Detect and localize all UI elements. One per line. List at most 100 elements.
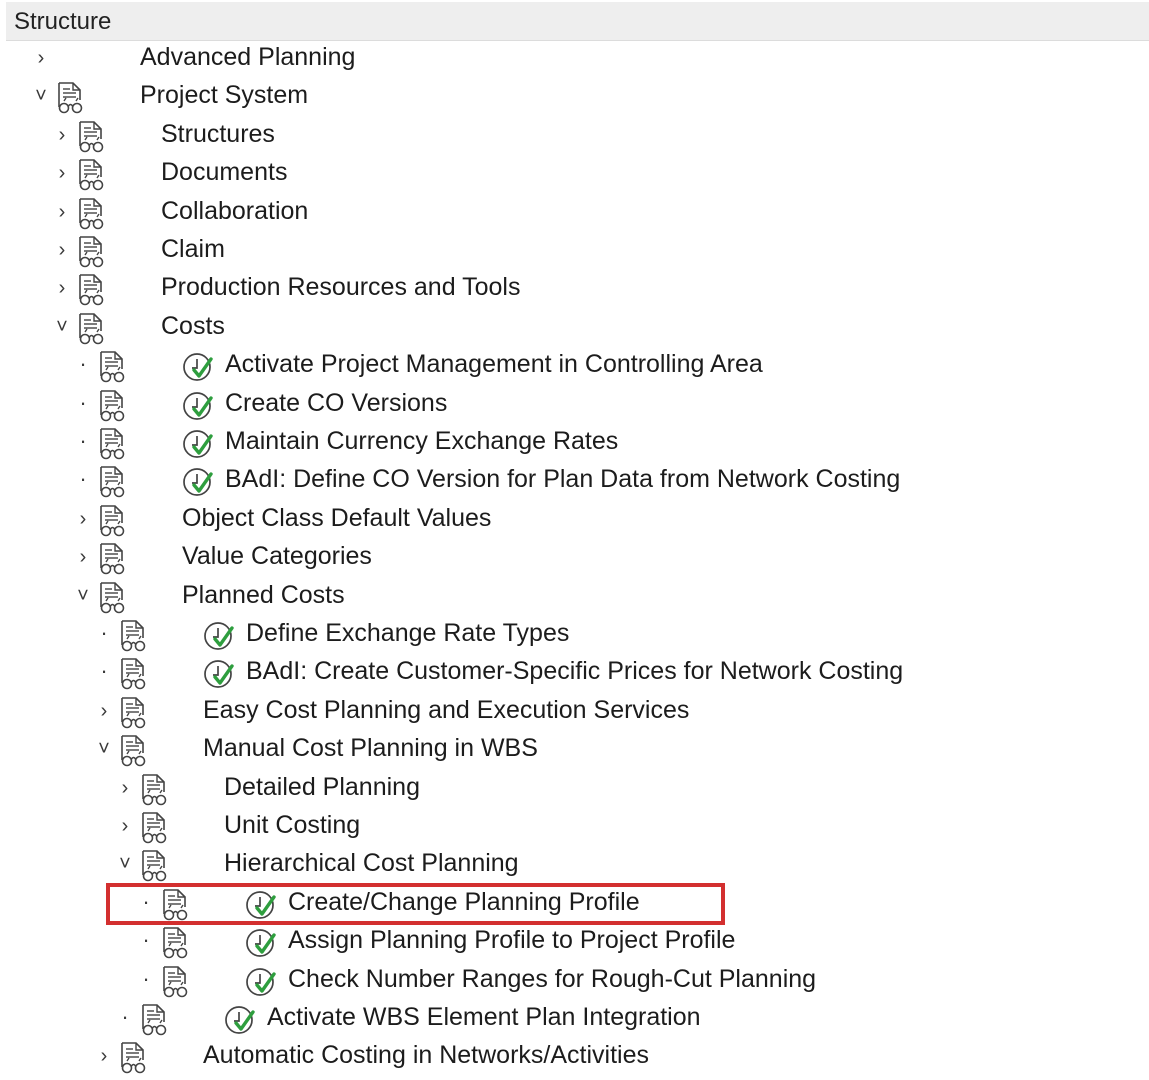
document-binoculars-icon[interactable] [97,427,129,461]
document-binoculars-icon[interactable] [118,619,150,653]
execute-activity-icon[interactable] [202,620,236,654]
chevron-right-icon[interactable]: › [97,693,111,731]
execute-activity-icon[interactable] [223,1004,257,1038]
chevron-right-icon[interactable]: › [55,117,69,155]
document-binoculars-icon[interactable] [139,811,171,845]
tree-node-highlighted[interactable]: · Create/Change Planning Profile [0,885,1149,923]
tree-node-label[interactable]: Automatic Costing in Networks/Activities [203,1041,649,1070]
document-binoculars-icon[interactable] [97,542,129,576]
tree-node-label[interactable]: Check Number Ranges for Rough-Cut Planni… [288,965,816,994]
execute-activity-icon[interactable] [244,889,278,923]
document-binoculars-icon[interactable] [139,849,171,883]
chevron-right-icon[interactable]: › [118,770,132,808]
tree-node-label[interactable]: Collaboration [161,197,308,226]
chevron-down-icon[interactable]: ˅ [97,731,111,769]
tree-node-label[interactable]: BAdI: Create Customer-Specific Prices fo… [246,657,903,686]
tree-node[interactable]: › Value Categories [0,539,1149,577]
document-binoculars-icon[interactable] [97,581,129,615]
document-binoculars-icon[interactable] [76,273,108,307]
tree-node-label[interactable]: Documents [161,158,287,187]
document-binoculars-icon[interactable] [160,965,192,999]
tree-node-label[interactable]: Production Resources and Tools [161,273,520,302]
tree-node[interactable]: · Check Number Ranges for Rough-Cut Plann… [0,962,1149,1000]
tree-node[interactable]: › Documents [0,155,1149,193]
tree-node[interactable]: · BAdI: Create Customer-Specific Prices f… [0,654,1149,692]
document-binoculars-icon[interactable] [160,926,192,960]
chevron-right-icon[interactable]: › [76,501,90,539]
tree-node-label[interactable]: Manual Cost Planning in WBS [203,734,538,763]
tree-node-label[interactable]: Value Categories [182,542,372,571]
document-binoculars-icon[interactable] [139,1003,171,1037]
chevron-right-icon[interactable]: › [34,40,48,78]
execute-activity-icon[interactable] [244,927,278,961]
chevron-right-icon[interactable]: › [118,808,132,846]
tree-node[interactable]: ˅ Project System [0,78,1149,116]
chevron-down-icon[interactable]: ˅ [118,846,132,884]
document-binoculars-icon[interactable] [76,197,108,231]
tree-node[interactable]: ˅ Planned Costs [0,578,1149,616]
tree-node-label[interactable]: Detailed Planning [224,773,420,802]
tree-node-label[interactable]: Planned Costs [182,581,345,610]
tree-node[interactable]: › Unit Costing [0,808,1149,846]
execute-activity-icon[interactable] [181,390,215,424]
tree-node[interactable]: · BAdI: Define CO Version for Plan Data f… [0,462,1149,500]
tree-node-label[interactable]: Create/Change Planning Profile [288,888,640,917]
chevron-down-icon[interactable]: ˅ [76,578,90,616]
tree-node-label[interactable]: Define Exchange Rate Types [246,619,569,648]
tree-node-label[interactable]: Object Class Default Values [182,504,491,533]
document-binoculars-icon[interactable] [97,350,129,384]
chevron-right-icon[interactable]: › [97,1038,111,1076]
document-binoculars-icon[interactable] [139,773,171,807]
execute-activity-icon[interactable] [202,658,236,692]
execute-activity-icon[interactable] [181,466,215,500]
tree-node-label[interactable]: Structures [161,120,275,149]
execute-activity-icon[interactable] [181,351,215,385]
document-binoculars-icon[interactable] [76,158,108,192]
tree-node[interactable]: · Maintain Currency Exchange Rates [0,424,1149,462]
tree-node-label[interactable]: Easy Cost Planning and Execution Service… [203,696,689,725]
document-binoculars-icon[interactable] [118,1041,150,1075]
tree-node-label[interactable]: Create CO Versions [225,389,447,418]
tree-node[interactable]: ˅ Costs [0,309,1149,347]
chevron-right-icon[interactable]: › [55,155,69,193]
tree-node-label[interactable]: Hierarchical Cost Planning [224,849,519,878]
document-binoculars-icon[interactable] [76,235,108,269]
tree-node-label[interactable]: Project System [140,81,308,110]
tree-node-label[interactable]: Activate WBS Element Plan Integration [267,1003,701,1032]
tree-node[interactable]: · Assign Planning Profile to Project Prof… [0,923,1149,961]
tree-node-label[interactable]: Activate Project Management in Controlli… [225,350,763,379]
tree-node[interactable]: › Detailed Planning [0,770,1149,808]
chevron-right-icon[interactable]: › [76,539,90,577]
document-binoculars-icon[interactable] [97,504,129,538]
chevron-right-icon[interactable]: › [55,270,69,308]
document-binoculars-icon[interactable] [160,888,192,922]
document-binoculars-icon[interactable] [76,312,108,346]
chevron-down-icon[interactable]: ˅ [34,78,48,116]
tree-node[interactable]: › Structures [0,117,1149,155]
execute-activity-icon[interactable] [244,966,278,1000]
tree-node-label[interactable]: Maintain Currency Exchange Rates [225,427,618,456]
tree-node[interactable]: · Create CO Versions [0,386,1149,424]
tree-node[interactable]: · Activate Project Management in Controll… [0,347,1149,385]
document-binoculars-icon[interactable] [97,465,129,499]
tree-node-label[interactable]: Unit Costing [224,811,360,840]
document-binoculars-icon[interactable] [118,696,150,730]
tree-node-label[interactable]: BAdI: Define CO Version for Plan Data fr… [225,465,900,494]
tree-node[interactable]: › Advanced Planning [0,40,1149,78]
structure-tree[interactable]: › Advanced Planning ˅ Project System › Struct… [0,40,1149,1078]
tree-node-label[interactable]: Costs [161,312,225,341]
execute-activity-icon[interactable] [181,428,215,462]
tree-node[interactable]: ˅ Manual Cost Planning in WBS [0,731,1149,769]
tree-node-label[interactable]: Assign Planning Profile to Project Profi… [288,926,735,955]
chevron-right-icon[interactable]: › [55,232,69,270]
tree-node[interactable]: · Activate WBS Element Plan Integration [0,1000,1149,1038]
tree-node[interactable]: › Object Class Default Values [0,501,1149,539]
document-binoculars-icon[interactable] [76,120,108,154]
tree-node[interactable]: › Automatic Costing in Networks/Activitie… [0,1038,1149,1076]
tree-node[interactable]: › Collaboration [0,194,1149,232]
tree-node-label[interactable]: Claim [161,235,225,264]
document-binoculars-icon[interactable] [97,389,129,423]
document-binoculars-icon[interactable] [118,734,150,768]
chevron-down-icon[interactable]: ˅ [55,309,69,347]
tree-node[interactable]: › Easy Cost Planning and Execution Servic… [0,693,1149,731]
